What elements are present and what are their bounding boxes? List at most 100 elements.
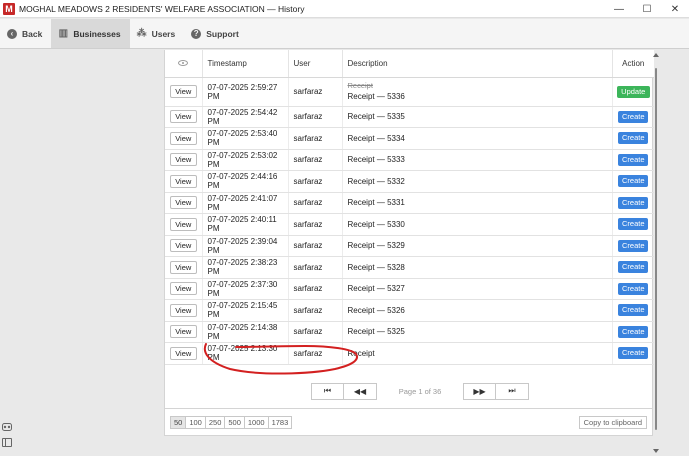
create-badge[interactable]: Create bbox=[618, 110, 649, 123]
table-row: View 07-07-2025 2:54:42 PM sarfaraz Rece… bbox=[165, 106, 654, 128]
user-cell: sarfaraz bbox=[288, 77, 343, 107]
window-title: MOGHAL MEADOWS 2 RESIDENTS' WELFARE ASSO… bbox=[19, 3, 305, 14]
title-bar: M MOGHAL MEADOWS 2 RESIDENTS' WELFARE AS… bbox=[0, 0, 689, 18]
column-header-action[interactable]: Action bbox=[612, 50, 654, 78]
timestamp-cell: 07-07-2025 2:53:02 PM bbox=[202, 149, 289, 171]
update-badge[interactable]: Update bbox=[616, 85, 650, 98]
support-label: Support bbox=[206, 28, 239, 39]
table-row: View 07-07-2025 2:59:27 PM sarfaraz Rece… bbox=[165, 77, 654, 107]
description-cell: Receipt Receipt — 5336 bbox=[342, 77, 613, 107]
view-button[interactable]: View bbox=[169, 110, 197, 124]
create-badge[interactable]: Create bbox=[618, 282, 649, 295]
window-controls: — ☐ ✕ bbox=[605, 0, 689, 18]
users-label: Users bbox=[151, 28, 176, 39]
user-cell: sarfaraz bbox=[288, 256, 343, 279]
create-badge[interactable]: Create bbox=[618, 261, 649, 274]
page-size-option[interactable]: 1783 bbox=[267, 416, 293, 429]
support-icon: ? bbox=[191, 28, 202, 39]
table-row: View 07-07-2025 2:41:07 PM sarfaraz Rece… bbox=[165, 192, 654, 214]
view-button[interactable]: View bbox=[169, 239, 197, 253]
timestamp-cell: 07-07-2025 2:14:38 PM bbox=[202, 321, 289, 343]
view-button[interactable]: View bbox=[169, 196, 197, 210]
create-badge[interactable]: Create bbox=[618, 196, 649, 209]
back-label: Back bbox=[22, 28, 43, 39]
description-cell: Receipt — 5334 bbox=[342, 127, 613, 150]
sidebar-toggle-icon[interactable] bbox=[2, 438, 12, 447]
history-table: Timestamp User Description Action View 0… bbox=[165, 50, 654, 365]
page-indicator: Page 1 of 36 bbox=[398, 386, 442, 396]
create-badge[interactable]: Create bbox=[618, 239, 649, 252]
page-size-group: 50 100 250 500 1000 1783 bbox=[170, 416, 293, 429]
description-cell: Receipt — 5335 bbox=[342, 106, 613, 128]
eye-icon bbox=[178, 59, 189, 66]
page-size-option[interactable]: 250 bbox=[204, 416, 226, 429]
user-cell: sarfaraz bbox=[288, 213, 343, 236]
column-header-user[interactable]: User bbox=[288, 50, 343, 78]
copy-to-clipboard-button[interactable]: Copy to clipboard bbox=[578, 416, 647, 429]
create-badge[interactable]: Create bbox=[618, 132, 649, 145]
description-cell: Receipt — 5332 bbox=[342, 170, 613, 193]
pagination: ⏮ ◀◀ Page 1 of 36 ▶▶ ⏭ bbox=[311, 382, 529, 400]
businesses-button[interactable]: ▥ Businesses bbox=[51, 19, 130, 48]
building-icon: ▥ bbox=[58, 28, 69, 39]
businesses-label: Businesses bbox=[73, 28, 121, 39]
next-page-button[interactable]: ▶▶ bbox=[463, 382, 496, 400]
table-row: View 07-07-2025 2:15:45 PM sarfaraz Rece… bbox=[165, 299, 654, 322]
description-cell: Receipt — 5329 bbox=[342, 235, 613, 257]
table-row: View 07-07-2025 2:37:30 PM sarfaraz Rece… bbox=[165, 278, 654, 300]
page-size-option[interactable]: 500 bbox=[224, 416, 245, 429]
create-badge[interactable]: Create bbox=[618, 175, 649, 188]
description-cell: Receipt — 5333 bbox=[342, 149, 613, 171]
create-badge[interactable]: Create bbox=[618, 347, 649, 360]
description-cell: Receipt — 5325 bbox=[342, 321, 613, 343]
page-size-option[interactable]: 100 bbox=[185, 416, 206, 429]
timestamp-cell: 07-07-2025 2:53:40 PM bbox=[202, 127, 289, 150]
maximize-button[interactable]: ☐ bbox=[633, 0, 661, 18]
user-cell: sarfaraz bbox=[288, 342, 343, 365]
column-header-description[interactable]: Description bbox=[342, 50, 613, 78]
view-button[interactable]: View bbox=[169, 85, 197, 98]
page-size-option[interactable]: 50 bbox=[170, 416, 187, 429]
timestamp-cell: 07-07-2025 2:38:23 PM bbox=[202, 256, 289, 279]
vr-headset-icon[interactable] bbox=[2, 423, 12, 431]
view-button[interactable]: View bbox=[169, 346, 197, 360]
table-row: View 07-07-2025 2:13:30 PM sarfaraz Rece… bbox=[165, 342, 654, 365]
description-cell: Receipt — 5331 bbox=[342, 192, 613, 214]
user-cell: sarfaraz bbox=[288, 149, 343, 171]
first-page-button[interactable]: ⏮ bbox=[311, 382, 344, 400]
toolbar: ‹ Back ▥ Businesses ⁂ Users ? Support bbox=[0, 19, 689, 49]
timestamp-cell: 07-07-2025 2:41:07 PM bbox=[202, 192, 289, 214]
back-button[interactable]: ‹ Back bbox=[0, 19, 51, 48]
table-row: View 07-07-2025 2:14:38 PM sarfaraz Rece… bbox=[165, 321, 654, 343]
create-badge[interactable]: Create bbox=[618, 153, 649, 166]
support-button[interactable]: ? Support bbox=[184, 19, 248, 48]
app-logo-icon: M bbox=[3, 2, 15, 15]
close-button[interactable]: ✕ bbox=[661, 0, 689, 18]
column-header-timestamp[interactable]: Timestamp bbox=[202, 50, 289, 78]
view-button[interactable]: View bbox=[169, 153, 197, 167]
view-button[interactable]: View bbox=[169, 174, 197, 188]
column-header-view bbox=[165, 50, 203, 78]
table-row: View 07-07-2025 2:40:11 PM sarfaraz Rece… bbox=[165, 213, 654, 236]
previous-page-button[interactable]: ◀◀ bbox=[344, 382, 377, 400]
minimize-button[interactable]: — bbox=[605, 0, 633, 18]
users-button[interactable]: ⁂ Users bbox=[130, 19, 185, 48]
view-button[interactable]: View bbox=[169, 325, 197, 339]
view-button[interactable]: View bbox=[169, 260, 197, 274]
create-badge[interactable]: Create bbox=[618, 218, 649, 231]
create-badge[interactable]: Create bbox=[618, 325, 649, 338]
description-cell: Receipt — 5328 bbox=[342, 256, 613, 279]
user-cell: sarfaraz bbox=[288, 106, 343, 128]
scrollbar[interactable] bbox=[652, 50, 660, 456]
view-button[interactable]: View bbox=[169, 303, 197, 317]
table-footer: 50 100 250 500 1000 1783 Copy to clipboa… bbox=[164, 408, 653, 436]
timestamp-cell: 07-07-2025 2:54:42 PM bbox=[202, 106, 289, 128]
create-badge[interactable]: Create bbox=[618, 304, 649, 317]
view-button[interactable]: View bbox=[169, 217, 197, 231]
view-button[interactable]: View bbox=[169, 131, 197, 145]
view-button[interactable]: View bbox=[169, 282, 197, 296]
user-cell: sarfaraz bbox=[288, 299, 343, 322]
page-size-option[interactable]: 1000 bbox=[243, 416, 269, 429]
last-page-button[interactable]: ⏭ bbox=[496, 382, 529, 400]
user-cell: sarfaraz bbox=[288, 192, 343, 214]
